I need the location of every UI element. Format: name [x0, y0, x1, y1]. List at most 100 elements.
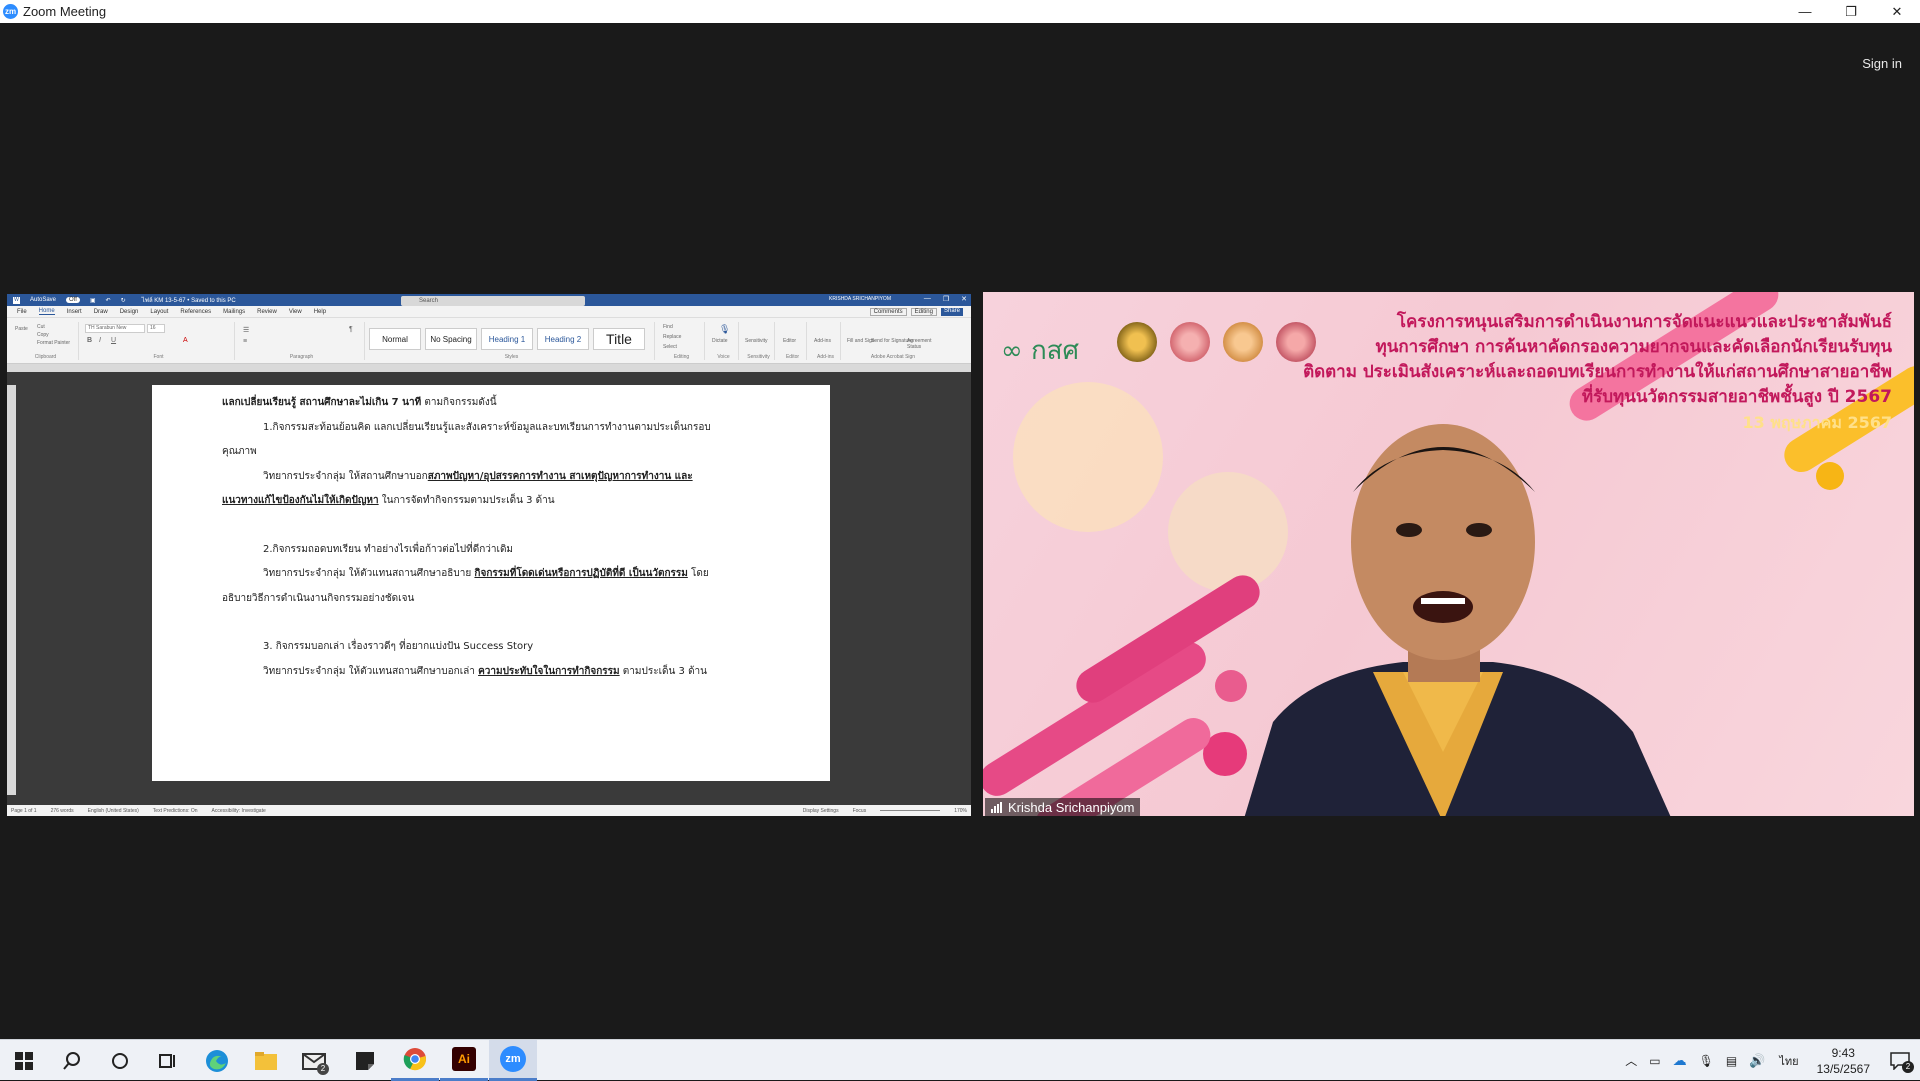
undo-icon[interactable]: ↶	[106, 297, 111, 304]
file-explorer-icon[interactable]	[242, 1040, 290, 1081]
select-button[interactable]: Select	[663, 344, 677, 350]
menu-view[interactable]: View	[289, 309, 302, 315]
accessibility-status[interactable]: Accessibility: Investigate	[212, 808, 266, 814]
dictate-button[interactable]: Dictate	[712, 338, 728, 344]
notifications-icon[interactable]: 2	[1880, 1040, 1920, 1081]
bullets-icon[interactable]: ☰	[243, 326, 249, 334]
menu-layout[interactable]: Layout	[150, 309, 168, 315]
clock[interactable]: 9:43 13/5/2567	[1817, 1045, 1870, 1077]
addins-button[interactable]: Add-ins	[814, 338, 831, 344]
text-predictions[interactable]: Text Predictions: On	[153, 808, 198, 814]
autosave-label[interactable]: AutoSave	[30, 297, 56, 303]
save-icon[interactable]: ▣	[90, 297, 96, 304]
microphone-icon[interactable]: 🎙	[719, 324, 730, 335]
style-no-spacing[interactable]: No Spacing	[425, 328, 477, 350]
format-painter-button[interactable]: Format Painter	[37, 340, 70, 346]
zoom-title-bar: zm Zoom Meeting — ❐ ✕	[0, 0, 1920, 23]
menu-home[interactable]: Home	[39, 308, 55, 315]
word-restore-icon[interactable]: ❐	[943, 295, 949, 303]
doc-line: อธิบายวิธีการดำเนินงานกิจกรรมอย่างชัดเจน	[222, 591, 414, 606]
editing-button[interactable]: Editing	[911, 308, 937, 316]
doc-line: 2.กิจกรรมถอดบทเรียน ทำอย่างไรเพื่อก้าวต่…	[263, 542, 513, 557]
language[interactable]: English (United States)	[88, 808, 139, 814]
minimize-button[interactable]: —	[1782, 0, 1828, 23]
redo-icon[interactable]: ↻	[121, 297, 126, 304]
meet-now-icon[interactable]: ▭	[1649, 1054, 1660, 1068]
doc-line: แนวทางแก้ไขป้องกันไม่ให้เกิดปัญหา ในการจ…	[222, 493, 555, 508]
cortana-icon[interactable]	[96, 1040, 144, 1081]
doc-line: 1.กิจกรรมสะท้อนย้อนคิด แลกเปลี่ยนเรียนรู…	[263, 420, 711, 435]
italic-icon[interactable]: I	[99, 337, 101, 344]
word-user-name[interactable]: KRISHDA SRICHANPIYOM	[829, 296, 891, 302]
input-language[interactable]: ไทย	[1779, 1052, 1798, 1070]
editor-button[interactable]: Editor	[783, 338, 796, 344]
font-color-icon[interactable]: A	[183, 337, 188, 344]
agreement-status-button[interactable]: Agreement Status	[907, 338, 941, 350]
word-minimize-icon[interactable]: —	[924, 295, 931, 303]
menu-file[interactable]: File	[17, 309, 27, 315]
menu-references[interactable]: References	[180, 309, 211, 315]
style-heading-1[interactable]: Heading 1	[481, 328, 533, 350]
pilcrow-icon[interactable]: ¶	[349, 326, 353, 333]
restore-button[interactable]: ❐	[1828, 0, 1874, 23]
comments-button[interactable]: Comments	[870, 308, 907, 316]
share-button[interactable]: Share	[941, 308, 963, 316]
background-blob	[1816, 462, 1844, 490]
page-count[interactable]: Page 1 of 1	[11, 808, 37, 814]
word-close-icon[interactable]: ✕	[961, 295, 967, 303]
style-normal[interactable]: Normal	[369, 328, 421, 350]
close-button[interactable]: ✕	[1874, 0, 1920, 23]
onedrive-icon[interactable]: ☁	[1673, 1052, 1687, 1069]
menu-help[interactable]: Help	[314, 309, 326, 315]
illustrator-icon[interactable]: Ai	[440, 1040, 488, 1081]
copy-button[interactable]: Copy	[37, 332, 49, 338]
styles-group: Normal No Spacing Heading 1 Heading 2 Ti…	[369, 322, 655, 360]
sensitivity-button[interactable]: Sensitivity	[745, 338, 768, 344]
start-icon[interactable]	[0, 1040, 48, 1081]
sticky-notes-icon[interactable]	[341, 1040, 389, 1081]
zoom-slider[interactable]	[880, 810, 940, 811]
search-icon[interactable]	[48, 1040, 96, 1081]
font-name-select[interactable]: TH Sarabun New	[85, 324, 145, 333]
chevron-up-icon[interactable]: ︿	[1625, 1052, 1637, 1069]
microphone-icon[interactable]: 🎙	[1699, 1054, 1714, 1068]
mail-icon[interactable]: 2	[291, 1040, 339, 1081]
paste-button[interactable]: Paste	[15, 326, 28, 332]
menu-insert[interactable]: Insert	[67, 309, 82, 315]
font-size-select[interactable]: 16	[147, 324, 165, 333]
cut-button[interactable]: Cut	[37, 324, 45, 330]
background-blob	[1013, 382, 1163, 532]
find-button[interactable]: Find	[663, 324, 673, 330]
word-count[interactable]: 276 words	[51, 808, 74, 814]
display-settings[interactable]: Display Settings	[803, 808, 839, 814]
style-title[interactable]: Title	[593, 328, 645, 350]
network-icon[interactable]: ▤	[1726, 1054, 1737, 1068]
align-left-icon[interactable]: ≡	[243, 338, 247, 345]
sign-in-button[interactable]: Sign in	[1862, 56, 1902, 71]
horizontal-ruler	[7, 364, 971, 372]
participant-video-tile[interactable]: ∞ กสศ โครงการหนุนเสริมการดำเนินงานการจัด…	[983, 292, 1914, 816]
voice-group: 🎙 Dictate Voice	[709, 322, 739, 360]
participant-name-tag: Krishda Srichanpiyom	[985, 798, 1140, 816]
task-view-icon[interactable]	[144, 1040, 192, 1081]
sensitivity-group: Sensitivity Sensitivity	[743, 322, 775, 360]
menu-draw[interactable]: Draw	[94, 309, 108, 315]
bold-icon[interactable]: B	[87, 337, 92, 344]
menu-mailings[interactable]: Mailings	[223, 309, 245, 315]
zoom-level[interactable]: 170%	[954, 808, 971, 814]
meeting-stage: Sign in W AutoSave Off ▣ ↶ ↻ ไฟล์ KM 13-…	[0, 23, 1920, 1039]
style-heading-2[interactable]: Heading 2	[537, 328, 589, 350]
word-ribbon: Paste Cut Copy Format Painter Clipboard …	[7, 318, 971, 364]
autosave-toggle[interactable]: Off	[66, 297, 80, 303]
replace-button[interactable]: Replace	[663, 334, 681, 340]
focus-mode[interactable]: Focus	[853, 808, 867, 814]
menu-design[interactable]: Design	[120, 309, 139, 315]
volume-icon[interactable]: 🔊	[1749, 1053, 1765, 1069]
word-search-input[interactable]: Search	[401, 296, 585, 306]
document-page[interactable]: แลกเปลี่ยนเรียนรู้ สถานศึกษาละไม่เกิน 7 …	[152, 385, 830, 781]
edge-icon[interactable]	[193, 1040, 241, 1081]
zoom-icon[interactable]: zm	[489, 1040, 537, 1081]
chrome-icon[interactable]	[391, 1040, 439, 1081]
underline-icon[interactable]: U	[111, 337, 116, 344]
menu-review[interactable]: Review	[257, 309, 277, 315]
